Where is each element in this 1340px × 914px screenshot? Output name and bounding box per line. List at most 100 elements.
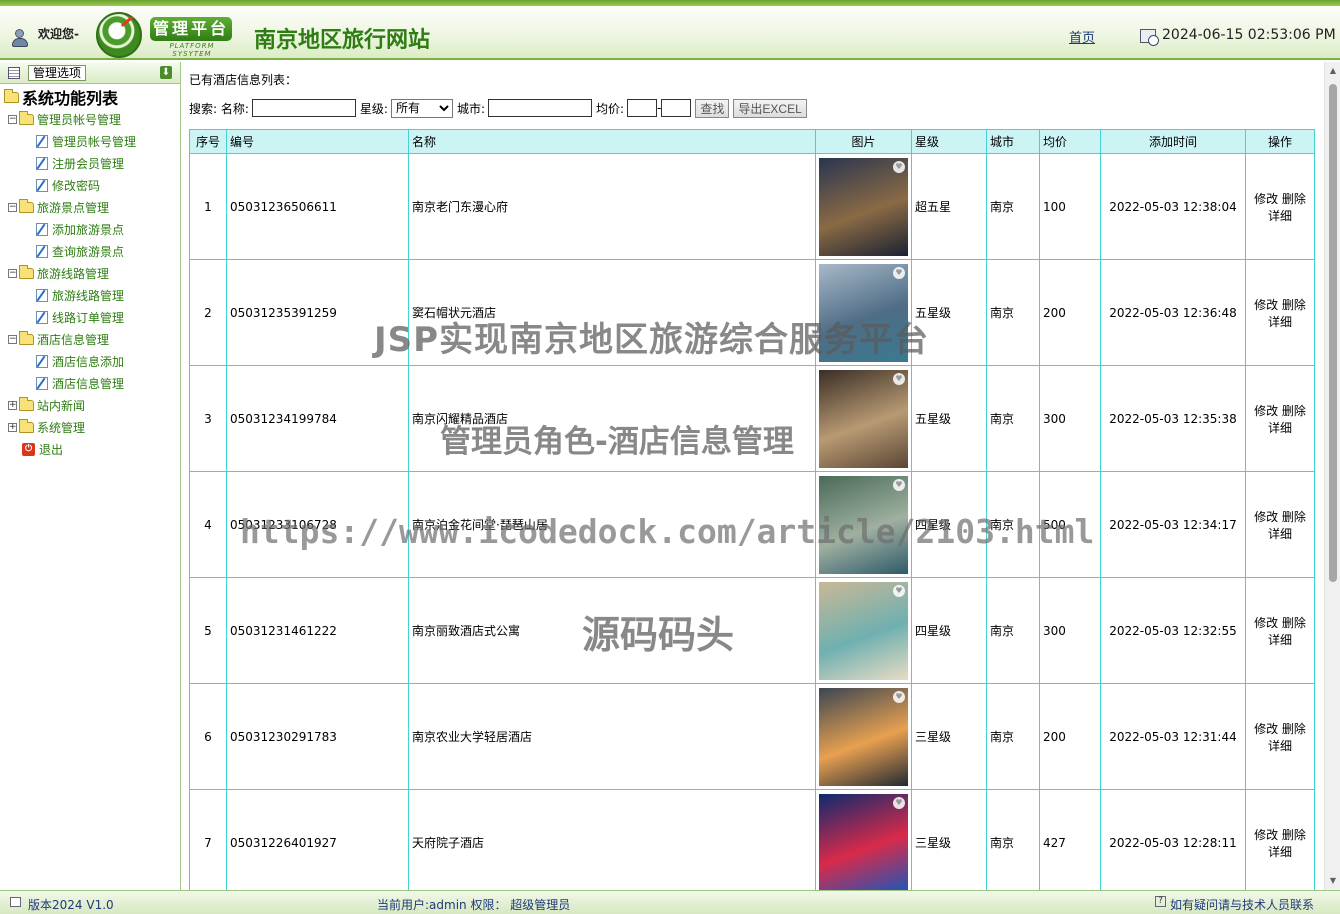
sidebar-item[interactable]: 管理员帐号管理 <box>4 130 180 152</box>
scroll-down-arrow-icon[interactable]: ▼ <box>1328 876 1338 886</box>
edit-page-icon <box>36 244 48 258</box>
detail-link[interactable]: 详细 <box>1268 421 1292 435</box>
cell-city: 南京 <box>986 789 1040 890</box>
sidebar-item-logout[interactable]: ⏻ 退出 <box>4 438 180 460</box>
sidebar-item[interactable]: 旅游线路管理 <box>4 284 180 306</box>
hotel-photo[interactable]: ♥ <box>819 475 908 574</box>
edit-page-icon <box>36 222 48 236</box>
hotel-photo[interactable]: ♥ <box>819 369 908 468</box>
sidebar-item[interactable]: 线路订单管理 <box>4 306 180 328</box>
top-header: 欢迎您- 管理平台 PLATFORM SYSYTEM 南京地区旅行网站 首页 2… <box>0 0 1340 60</box>
table-row: 5 05031231461222 南京丽致酒店式公寓 ♥ 四星级 南京 300 2022-05… <box>189 577 1315 684</box>
sidebar-item-label: 线路订单管理 <box>52 310 125 325</box>
search-button[interactable]: 查找 <box>695 98 730 118</box>
table-row: 6 05031230291783 南京农业大学轻居酒店 ♥ 三星级 南京 200 2022-0… <box>189 683 1315 790</box>
edit-link[interactable]: 修改 <box>1254 510 1278 524</box>
sidebar-item[interactable]: 查询旅游景点 <box>4 240 180 262</box>
city-search-input[interactable] <box>488 99 592 117</box>
delete-link[interactable]: 删除 <box>1282 828 1306 842</box>
sidebar-item-label: 旅游线路管理 <box>52 288 125 303</box>
price-min-input[interactable] <box>627 99 658 117</box>
cell-actions: 修改 删除详细 <box>1245 259 1315 366</box>
cell-image: ♥ <box>815 471 912 578</box>
collapse-minus-icon[interactable]: − <box>8 202 17 212</box>
edit-page-icon <box>36 156 48 170</box>
collapse-minus-icon[interactable]: − <box>8 114 17 124</box>
cell-star: 四星级 <box>911 471 987 578</box>
delete-link[interactable]: 删除 <box>1282 192 1306 206</box>
grid-icon <box>8 67 20 79</box>
folder-icon <box>19 264 34 279</box>
sidebar-group[interactable]: − 酒店信息管理 <box>4 328 180 350</box>
edit-link[interactable]: 修改 <box>1254 298 1278 312</box>
collapse-minus-icon[interactable]: − <box>8 334 17 344</box>
sidebar-item[interactable]: 添加旅游景点 <box>4 218 180 240</box>
sidebar-group[interactable]: − 旅游线路管理 <box>4 262 180 284</box>
cell-seq: 2 <box>189 259 227 366</box>
edit-page-icon <box>36 354 48 368</box>
table-header-row: 序号 编号 名称 图片 星级 城市 均价 添加时间 操作 <box>189 129 1315 154</box>
sidebar-item[interactable]: 酒店信息管理 <box>4 372 180 394</box>
sidebar-group[interactable]: + 系统管理 <box>4 416 180 438</box>
delete-link[interactable]: 删除 <box>1282 722 1306 736</box>
edit-link[interactable]: 修改 <box>1254 722 1278 736</box>
price-max-input[interactable] <box>661 99 692 117</box>
sidebar-item[interactable]: 修改密码 <box>4 174 180 196</box>
name-search-input[interactable] <box>251 99 356 117</box>
delete-link[interactable]: 删除 <box>1282 616 1306 630</box>
home-link[interactable]: 首页 <box>1069 27 1095 46</box>
edit-link[interactable]: 修改 <box>1254 828 1278 842</box>
detail-link[interactable]: 详细 <box>1268 209 1292 223</box>
edit-page-icon <box>36 310 48 324</box>
collapse-minus-icon[interactable]: − <box>8 268 17 278</box>
cell-seq: 3 <box>189 365 227 472</box>
sidebar-group[interactable]: − 旅游景点管理 <box>4 196 180 218</box>
function-tree: 系统功能列表 − 管理员帐号管理管理员帐号管理注册会员管理 修改密码 − 旅游景点管理添… <box>0 86 180 460</box>
delete-link[interactable]: 删除 <box>1282 404 1306 418</box>
hotel-photo[interactable]: ♥ <box>819 157 908 256</box>
sidebar-group-label: 系统管理 <box>37 420 86 435</box>
cell-code: 05031231461222 <box>226 577 409 684</box>
edit-link[interactable]: 修改 <box>1254 192 1278 206</box>
scroll-up-arrow-icon[interactable]: ▲ <box>1328 66 1338 76</box>
hotel-photo[interactable]: ♥ <box>819 793 908 890</box>
hotel-photo[interactable]: ♥ <box>819 263 908 362</box>
tree-root[interactable]: 系统功能列表 <box>4 86 180 108</box>
sidebar-header: 管理选项 ⬇ <box>0 62 180 84</box>
expand-plus-icon[interactable]: + <box>8 400 17 410</box>
column-header: 序号 <box>189 129 227 154</box>
detail-link[interactable]: 详细 <box>1268 527 1292 541</box>
detail-link[interactable]: 详细 <box>1268 739 1292 753</box>
delete-link[interactable]: 删除 <box>1282 298 1306 312</box>
table-body: 1 05031236506611 南京老门东漫心府 ♥ 超五星 南京 100 2022-05-… <box>189 153 1315 890</box>
collapse-arrow-icon[interactable]: ⬇ <box>160 66 172 79</box>
sidebar-item[interactable]: 注册会员管理 <box>4 152 180 174</box>
tree-root-label: 系统功能列表 <box>22 89 119 108</box>
edit-link[interactable]: 修改 <box>1254 404 1278 418</box>
version-icon <box>10 897 21 907</box>
star-select[interactable]: 所有 <box>390 98 453 118</box>
hotel-photo[interactable]: ♥ <box>819 581 908 680</box>
scrollbar-thumb[interactable] <box>1329 84 1337 582</box>
cell-name: 天府院子酒店 <box>408 789 816 890</box>
sidebar-group[interactable]: + 站内新闻 <box>4 394 180 416</box>
sidebar-item-label: 管理员帐号管理 <box>52 134 137 149</box>
cell-name: 南京农业大学轻居酒店 <box>408 683 816 790</box>
vertical-scrollbar[interactable]: ▲ ▼ <box>1324 62 1340 890</box>
cell-price: 200 <box>1039 259 1101 366</box>
welcome-text: 欢迎您- <box>38 26 79 41</box>
detail-link[interactable]: 详细 <box>1268 633 1292 647</box>
cell-star: 五星级 <box>911 365 987 472</box>
sidebar-group[interactable]: − 管理员帐号管理 <box>4 108 180 130</box>
export-excel-button[interactable]: 导出EXCEL <box>733 98 807 118</box>
detail-link[interactable]: 详细 <box>1268 315 1292 329</box>
detail-link[interactable]: 详细 <box>1268 845 1292 859</box>
heart-icon: ♥ <box>893 160 905 173</box>
delete-link[interactable]: 删除 <box>1282 510 1306 524</box>
platform-subtitle: PLATFORM SYSYTEM <box>169 42 215 58</box>
edit-link[interactable]: 修改 <box>1254 616 1278 630</box>
cell-name: 南京闪耀精品酒店 <box>408 365 816 472</box>
hotel-photo[interactable]: ♥ <box>819 687 908 786</box>
sidebar-item[interactable]: 酒店信息添加 <box>4 350 180 372</box>
expand-plus-icon[interactable]: + <box>8 422 17 432</box>
